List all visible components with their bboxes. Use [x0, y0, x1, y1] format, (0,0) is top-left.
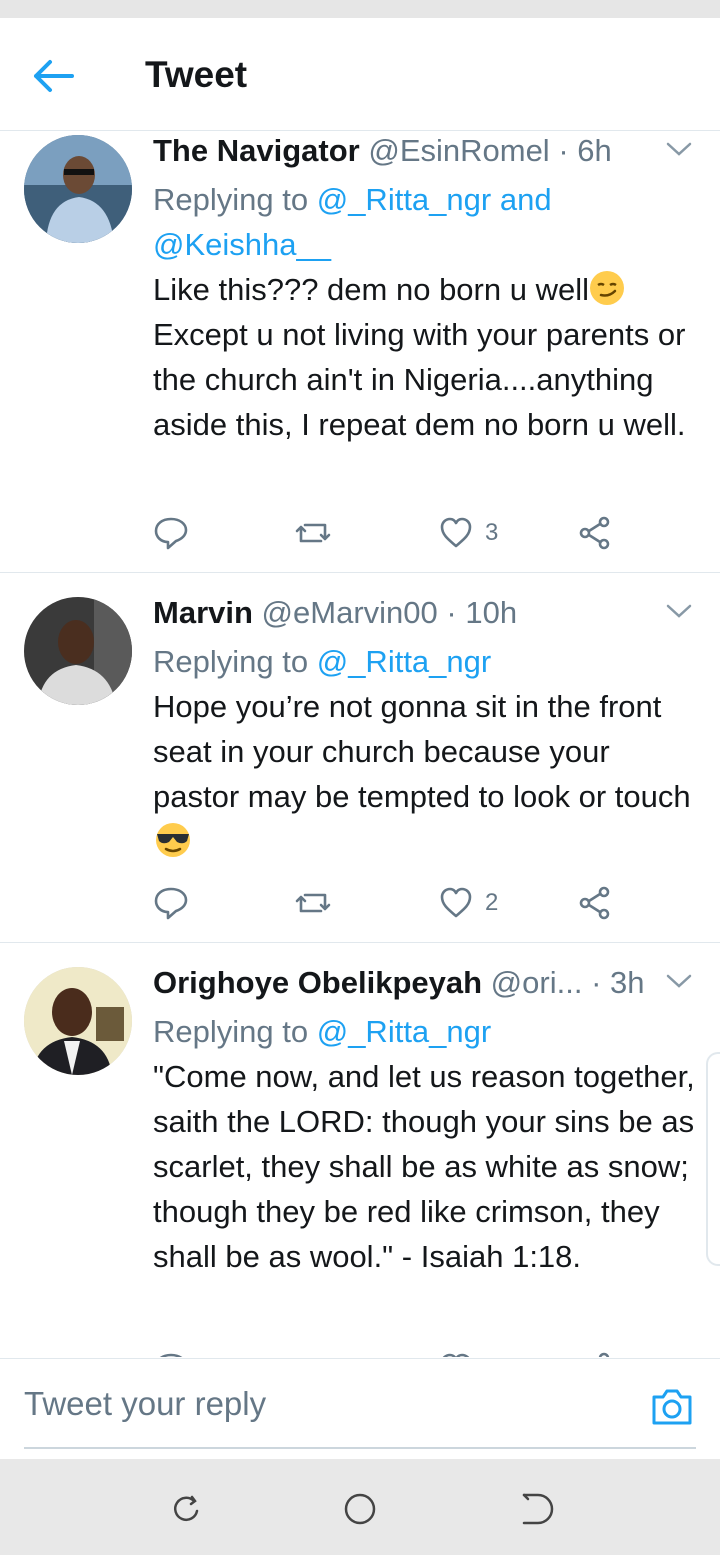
avatar[interactable]	[24, 597, 132, 705]
reply-icon	[159, 1353, 183, 1357]
tweet-text: Like this??? dem no born u well Except u…	[153, 267, 698, 447]
share-icon	[579, 886, 610, 920]
timestamp: 3h	[610, 965, 645, 1000]
chevron-down-icon	[666, 142, 692, 156]
share-icon	[598, 1352, 610, 1357]
timestamp: 10h	[465, 595, 518, 630]
replying-to: Replying to @_Ritta_ngr	[153, 639, 698, 684]
tweet-text-continued: Except u not living with your parents or…	[153, 317, 695, 442]
system-back-button[interactable]	[512, 1487, 556, 1531]
share-icon	[579, 516, 610, 550]
tweet-actions: 3	[153, 511, 653, 555]
more-options-button[interactable]	[664, 137, 694, 161]
more-options-button[interactable]	[664, 599, 694, 623]
mention-link[interactable]: @_Ritta_ngr	[317, 644, 492, 679]
recent-apps-button[interactable]	[164, 1487, 208, 1531]
replying-to-conjunction: and	[499, 182, 552, 217]
camera-button[interactable]	[650, 1387, 694, 1427]
tweet-card[interactable]: Orighoye Obelikpeyah @ori... · 3h Replyi…	[0, 943, 720, 1357]
reply-button[interactable]	[153, 881, 189, 925]
share-button[interactable]	[577, 881, 613, 925]
author-handle[interactable]: @eMarvin00	[262, 595, 438, 630]
chevron-down-icon	[666, 974, 692, 988]
top-app-bar: Tweet	[0, 18, 720, 131]
separator: ·	[591, 965, 602, 1000]
input-underline	[24, 1447, 696, 1449]
retweet-button[interactable]	[295, 881, 331, 925]
heart-icon	[440, 887, 472, 918]
heart-icon	[442, 1353, 470, 1357]
replying-to: Replying to @_Ritta_ngr and @Keishha__	[153, 177, 698, 267]
reply-composer	[0, 1358, 720, 1459]
tweet-meta: The Navigator @EsinRomel · 6h	[153, 131, 698, 171]
sunglasses-emoji-icon	[156, 823, 190, 857]
tweet-text-line: Like this??? dem no born u well	[153, 272, 589, 307]
replies-list[interactable]: The Navigator @EsinRomel · 6h Replying t…	[0, 131, 720, 1357]
replying-to-label: Replying to	[153, 1014, 309, 1049]
like-count: 3	[485, 519, 499, 546]
mention-link[interactable]: @_Ritta_ngr	[317, 182, 492, 217]
reply-input[interactable]	[24, 1379, 624, 1429]
tweet-card[interactable]: Marvin @eMarvin00 · 10h Replying to @_Ri…	[0, 573, 720, 943]
replying-to-label: Replying to	[153, 182, 309, 217]
author-handle[interactable]: @EsinRomel	[368, 133, 549, 168]
mention-link[interactable]: @_Ritta_ngr	[317, 1014, 492, 1049]
tweet-actions: 2	[153, 881, 653, 925]
smirk-emoji-icon	[589, 271, 624, 305]
tweet-meta: Orighoye Obelikpeyah @ori... · 3h	[153, 963, 698, 1003]
reply-button[interactable]	[153, 1347, 189, 1357]
avatar[interactable]	[24, 135, 132, 243]
retweet-icon	[295, 523, 331, 543]
tweet-text-line: Hope you’re not gonna sit in the front s…	[153, 689, 691, 814]
author-name[interactable]: Marvin	[153, 595, 253, 630]
tweet-actions	[153, 1347, 653, 1357]
share-button[interactable]	[577, 1347, 613, 1357]
more-options-button[interactable]	[664, 969, 694, 993]
system-nav-bar	[0, 1459, 720, 1555]
separator: ·	[558, 133, 569, 168]
retweet-icon	[295, 1351, 331, 1357]
mention-link[interactable]: @Keishha__	[153, 227, 331, 262]
retweet-button[interactable]	[295, 511, 331, 555]
share-button[interactable]	[577, 511, 613, 555]
like-button[interactable]: 2	[439, 881, 498, 925]
retweet-icon	[295, 893, 331, 913]
tweet-text: Hope you’re not gonna sit in the front s…	[153, 684, 698, 864]
timestamp: 6h	[577, 133, 612, 168]
scroll-handle[interactable]	[706, 1052, 720, 1266]
home-icon	[344, 1493, 376, 1525]
reply-icon	[154, 887, 188, 920]
tweet-card[interactable]: The Navigator @EsinRomel · 6h Replying t…	[0, 131, 720, 573]
like-button[interactable]: 3	[439, 511, 498, 555]
reply-icon	[154, 517, 188, 550]
reply-button[interactable]	[153, 511, 189, 555]
back-button[interactable]	[30, 56, 82, 96]
replying-to: Replying to @_Ritta_ngr	[153, 1009, 698, 1054]
author-name[interactable]: The Navigator	[153, 133, 360, 168]
separator: ·	[446, 595, 457, 630]
home-button[interactable]	[338, 1487, 382, 1531]
replying-to-label: Replying to	[153, 644, 309, 679]
chevron-down-icon	[666, 604, 692, 618]
back-icon	[522, 1493, 554, 1525]
author-name[interactable]: Orighoye Obelikpeyah	[153, 965, 482, 1000]
recent-apps-icon	[173, 1495, 199, 1521]
like-count: 2	[485, 889, 499, 916]
status-bar	[0, 0, 720, 18]
camera-icon	[652, 1389, 692, 1425]
tweet-text: "Come now, and let us reason together, s…	[153, 1059, 704, 1274]
heart-icon	[440, 517, 472, 548]
arrow-left-icon	[34, 60, 74, 92]
page-title: Tweet	[145, 54, 248, 95]
tweet-meta: Marvin @eMarvin00 · 10h	[153, 593, 698, 633]
retweet-button[interactable]	[295, 1347, 331, 1357]
author-handle[interactable]: @ori...	[491, 965, 583, 1000]
avatar[interactable]	[24, 967, 132, 1075]
like-button[interactable]	[439, 1347, 473, 1357]
